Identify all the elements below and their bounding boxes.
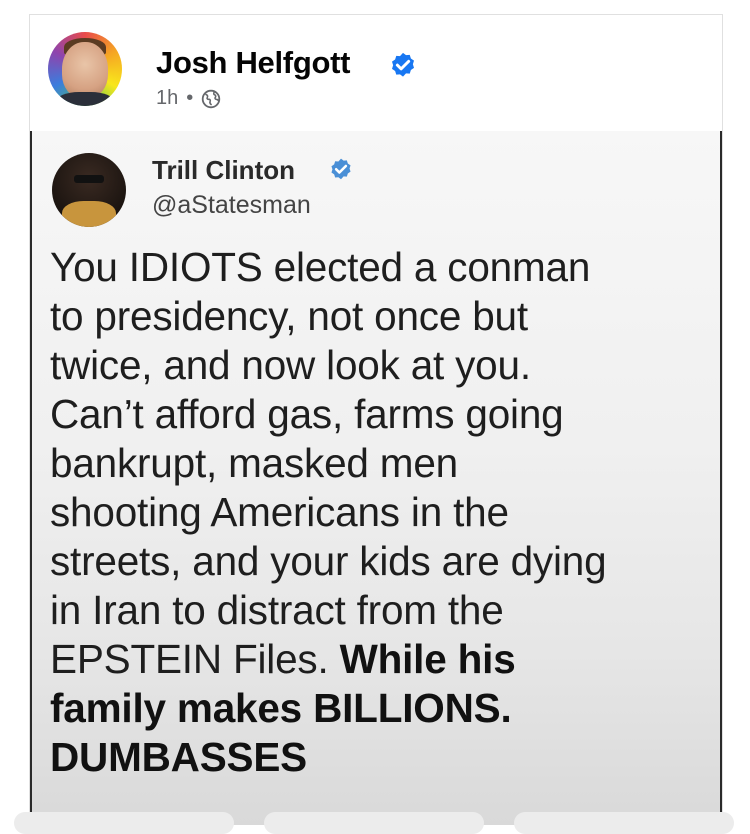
avatar-shirt xyxy=(62,201,116,227)
author-name[interactable]: Josh Helfgott xyxy=(156,45,350,81)
post-card: Josh Helfgott 1h • Trill Clinton @aState… xyxy=(29,14,723,825)
tweet-author-avatar xyxy=(52,153,126,227)
post-meta: 1h • xyxy=(156,87,221,110)
reaction-bar-pill[interactable] xyxy=(264,812,484,834)
tweet-line: EPSTEIN Files. While his xyxy=(50,635,710,684)
tweet-line: bankrupt, masked men xyxy=(50,440,458,486)
verified-badge-icon xyxy=(392,52,414,77)
tweet-text-bold: DUMBASSES xyxy=(50,734,307,780)
tweet-line: DUMBASSES xyxy=(50,733,710,782)
reaction-bar-pill[interactable] xyxy=(14,812,234,834)
globe-icon[interactable] xyxy=(201,89,221,109)
tweet-line: family makes BILLIONS. xyxy=(50,684,710,733)
tweet-line: You IDIOTS elected a conman xyxy=(50,244,591,290)
tweet-handle: @aStatesman xyxy=(152,191,311,219)
avatar-shirt xyxy=(56,92,114,106)
post-timestamp[interactable]: 1h xyxy=(156,87,178,110)
tweet-line: twice, and now look at you. xyxy=(50,342,531,388)
tweet-line: shooting Americans in the xyxy=(50,489,509,535)
tweet-line: streets, and your kids are dying xyxy=(50,538,607,584)
post-header: Josh Helfgott 1h • xyxy=(30,15,722,131)
author-avatar[interactable] xyxy=(48,32,122,106)
meta-separator: • xyxy=(186,87,194,109)
tweet-line: in Iran to distract from the xyxy=(50,587,504,633)
tweet-text-bold: family makes BILLIONS. xyxy=(50,685,512,731)
tweet-text: You IDIOTS elected a conman to presidenc… xyxy=(50,243,710,782)
tweet-verified-badge-icon xyxy=(331,158,351,180)
reaction-bar-pill[interactable] xyxy=(514,812,734,834)
post-image-tweet-screenshot[interactable]: Trill Clinton @aStatesman You IDIOTS ele… xyxy=(30,131,722,825)
tweet-display-name: Trill Clinton xyxy=(152,155,295,185)
tweet-text-normal: EPSTEIN Files. xyxy=(50,636,340,682)
tweet-text-bold: While his xyxy=(339,636,516,682)
tweet-line: Can’t afford gas, farms going xyxy=(50,391,564,437)
avatar-glasses xyxy=(74,175,104,183)
avatar-face xyxy=(62,42,108,98)
tweet-line: to presidency, not once but xyxy=(50,293,528,339)
